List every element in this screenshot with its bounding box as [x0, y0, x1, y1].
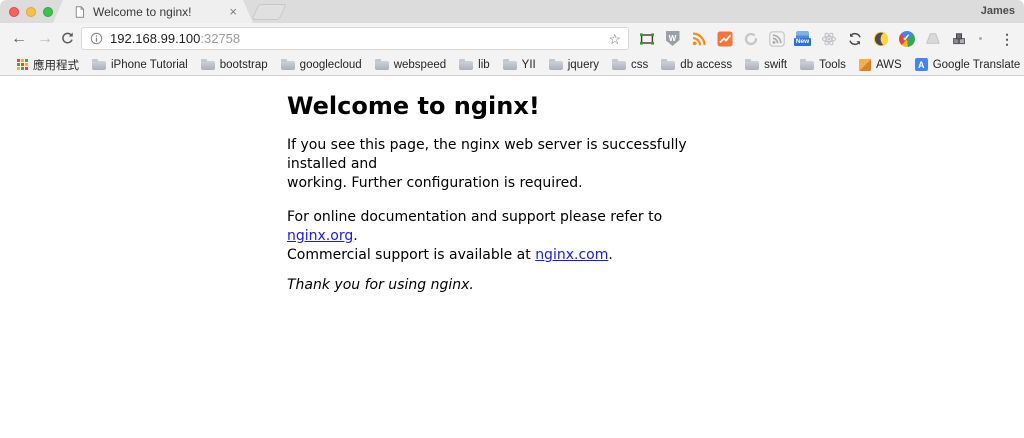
- tab-strip: Welcome to nginx! × James: [0, 0, 1024, 23]
- folder-icon: [280, 59, 295, 70]
- extension-row: W New ✓ ⋮: [638, 30, 1024, 47]
- close-window-button[interactable]: [9, 7, 19, 17]
- new-tab-button[interactable]: [251, 4, 287, 20]
- nginx-org-link[interactable]: nginx.org: [287, 228, 353, 244]
- check-glyph: ✓: [902, 32, 911, 44]
- page-favicon-icon: [73, 5, 86, 19]
- bookmarks-bar: 應用程式 iPhone Tutorial bootstrap googleclo…: [0, 54, 1024, 76]
- bookmark-label: jquery: [567, 58, 600, 71]
- folder-icon: [661, 59, 676, 70]
- shield-letter: W: [668, 33, 677, 43]
- reload-icon: [62, 32, 73, 44]
- rss-gray-icon[interactable]: [768, 30, 785, 47]
- bookmark-star-icon[interactable]: ☆: [608, 32, 621, 46]
- url-port: :32758: [200, 31, 241, 46]
- bookmark-label: css: [631, 58, 649, 71]
- bookmark-label: AWS: [875, 58, 902, 71]
- page-info-icon[interactable]: [90, 32, 103, 45]
- bookmark-folder-lib[interactable]: lib: [459, 59, 490, 71]
- folder-icon: [800, 59, 815, 70]
- page-viewport: Welcome to nginx! If you see this page, …: [0, 77, 1024, 438]
- bookmark-label: lib: [478, 58, 490, 71]
- thank-you-text: Thank you for using nginx.: [287, 277, 474, 293]
- nginx-com-link[interactable]: nginx.com: [535, 247, 608, 263]
- extension-overflow-dot: [979, 37, 982, 40]
- apps-grid-icon: [17, 59, 28, 70]
- bookmark-folder-css[interactable]: css: [612, 59, 648, 71]
- zoom-window-button[interactable]: [43, 7, 53, 17]
- folder-icon: [92, 59, 106, 70]
- night-mode-moon-icon[interactable]: [872, 30, 889, 47]
- intro-paragraph: If you see this page, the nginx web serv…: [287, 137, 687, 191]
- folder-icon: [502, 59, 517, 70]
- bookmark-folder-googlecloud[interactable]: googlecloud: [280, 58, 362, 71]
- react-devtools-icon[interactable]: [820, 30, 837, 47]
- folder-icon: [745, 59, 760, 70]
- bookmark-folder-tools[interactable]: Tools: [800, 59, 846, 71]
- browser-window: Welcome to nginx! × James ← → 192.168.99…: [0, 0, 1024, 438]
- bookmark-label: YII: [521, 58, 536, 71]
- apps-shortcut[interactable]: 應用程式: [17, 57, 79, 73]
- tab-close-icon[interactable]: ×: [229, 5, 237, 18]
- bookmark-label: db access: [680, 58, 733, 71]
- rss-orange-icon[interactable]: [690, 30, 707, 47]
- bookmark-google-translate[interactable]: A Google Translate: [914, 58, 1021, 71]
- bookmark-folder-yii[interactable]: YII: [502, 58, 536, 71]
- translate-icon: A: [914, 58, 928, 71]
- aws-cube-icon: [858, 58, 871, 71]
- bookmark-label: Google Translate: [932, 58, 1021, 71]
- bookmark-label: iPhone Tutorial: [111, 58, 188, 71]
- profile-name[interactable]: James: [981, 5, 1015, 17]
- bookmark-folder-jquery[interactable]: jquery: [548, 58, 600, 71]
- chrome-menu-icon[interactable]: ⋮: [994, 32, 1024, 46]
- check-shield-icon[interactable]: ✓: [898, 30, 915, 47]
- support-paragraph: For online documentation and support ple…: [287, 208, 717, 265]
- bookmark-folder-swift[interactable]: swift: [745, 59, 787, 71]
- bookmark-folder-webspeed[interactable]: webspeed: [374, 58, 447, 71]
- minimize-window-button[interactable]: [26, 7, 36, 17]
- bookmark-folder-bootstrap[interactable]: bootstrap: [200, 58, 268, 71]
- address-bar[interactable]: 192.168.99.100 :32758 ☆: [81, 27, 629, 50]
- new-badge-icon[interactable]: New: [793, 30, 812, 47]
- disabled-extension-icon[interactable]: [742, 30, 759, 47]
- new-badge-label: New: [793, 37, 812, 47]
- support-period-2: .: [608, 247, 613, 263]
- active-tab[interactable]: Welcome to nginx! ×: [53, 0, 253, 23]
- forward-button: →: [37, 29, 53, 47]
- folder-icon: [374, 59, 389, 70]
- support-period-1: .: [353, 228, 358, 244]
- proxy-refresh-icon[interactable]: [846, 30, 863, 47]
- support-text-1: For online documentation and support ple…: [287, 209, 663, 225]
- reload-button[interactable]: [60, 31, 75, 46]
- nginx-welcome-content: Welcome to nginx! If you see this page, …: [287, 91, 717, 295]
- bookmark-folder-iphone-tutorial[interactable]: iPhone Tutorial: [92, 59, 188, 71]
- window-controls: [9, 7, 53, 17]
- bookmark-label: googlecloud: [299, 58, 362, 71]
- support-text-2: Commercial support is available at: [287, 247, 536, 263]
- bookmark-label: webspeed: [393, 58, 447, 71]
- drive-gray-icon[interactable]: [924, 30, 941, 47]
- wappalyzer-shield-icon[interactable]: W: [664, 30, 681, 47]
- folder-icon: [459, 59, 474, 70]
- bookmark-aws[interactable]: AWS: [858, 58, 902, 71]
- folder-icon: [200, 59, 215, 70]
- analytics-chart-icon[interactable]: [716, 30, 733, 47]
- apps-label: 應用程式: [33, 59, 79, 72]
- bookmark-folder-db-access[interactable]: db access: [661, 59, 732, 71]
- folder-icon: [548, 59, 563, 70]
- toolbar: ← → 192.168.99.100 :32758 ☆ W New ✓ ⋮: [0, 23, 1024, 54]
- screen-capture-icon[interactable]: [638, 30, 655, 47]
- folder-icon: [612, 59, 627, 70]
- bookmark-label: bootstrap: [219, 58, 268, 71]
- bookmark-label: swift: [764, 58, 788, 71]
- url-host: 192.168.99.100: [110, 31, 201, 46]
- page-title: Welcome to nginx!: [287, 92, 540, 120]
- cube-stack-icon[interactable]: [950, 30, 967, 47]
- back-button[interactable]: ←: [6, 30, 32, 47]
- tab-title: Welcome to nginx!: [93, 4, 192, 19]
- bookmark-label: Tools: [819, 58, 846, 71]
